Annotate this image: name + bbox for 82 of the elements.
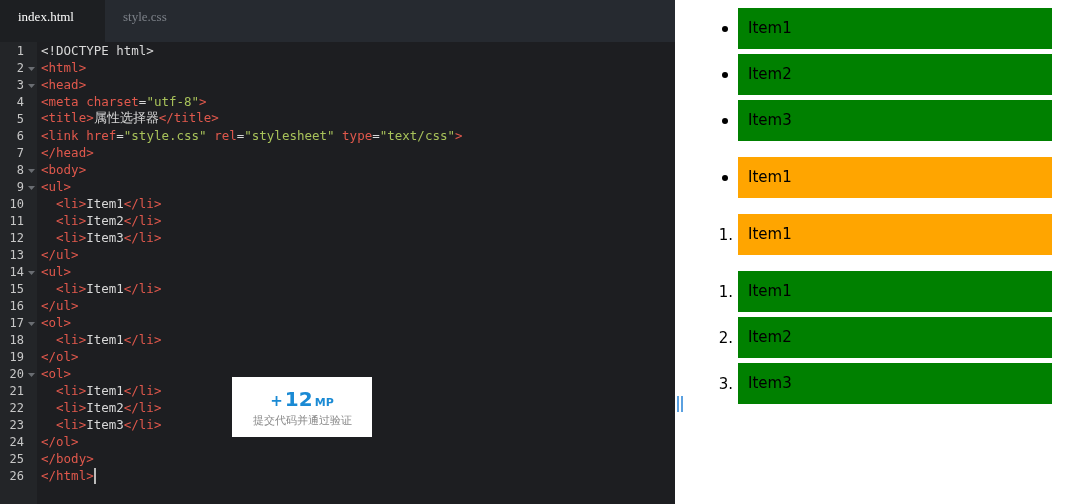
code-line: <meta charset="utf-8"> (40, 94, 207, 109)
line-number: 21 (9, 383, 24, 398)
fold-arrow-icon[interactable] (28, 270, 35, 276)
line-number: 18 (9, 332, 24, 347)
line-number: 24 (9, 434, 24, 449)
bullet-icon (722, 174, 728, 181)
code-line: <!DOCTYPE html> (40, 43, 154, 58)
list-item: Item1 (738, 157, 1052, 198)
line-number: 6 (16, 128, 24, 143)
line-number: 22 (9, 400, 24, 415)
line-number: 11 (9, 213, 24, 228)
code-line: <body> (40, 162, 87, 177)
line-number: 4 (16, 94, 24, 109)
code-line: </ul> (40, 247, 79, 262)
fold-arrow-icon[interactable] (28, 83, 35, 89)
code-line: <ol> (40, 315, 72, 330)
code-line: <ol> (40, 366, 72, 381)
code-line: <html> (40, 60, 87, 75)
code-line: <li>Item3</li> (55, 230, 162, 245)
fold-arrow-icon[interactable] (28, 185, 35, 191)
points-amount: 12 (284, 386, 313, 411)
code-line: <head> (40, 77, 87, 92)
fold-arrow-icon[interactable] (28, 372, 35, 378)
line-number: 3 (16, 77, 24, 92)
code-line: <ul> (40, 179, 72, 194)
list-number: 1. (718, 225, 733, 244)
code-line: </head> (40, 145, 94, 160)
points-unit: MP (314, 395, 334, 409)
line-number: 9 (16, 179, 24, 194)
list-item: Item2 (738, 54, 1052, 95)
code-line: </ol> (40, 434, 79, 449)
line-number: 1 (16, 43, 24, 58)
line-number: 5 (16, 111, 24, 126)
list-item: Item3 (738, 100, 1052, 141)
code-line: <li>Item1</li> (55, 383, 162, 398)
line-number: 14 (9, 264, 24, 279)
line-number: 17 (9, 315, 24, 330)
code-line: <li>Item1</li> (55, 332, 162, 347)
line-number: 7 (16, 145, 24, 160)
code-line: <ul> (40, 264, 72, 279)
code-line: </ul> (40, 298, 79, 313)
fold-arrow-icon[interactable] (28, 321, 35, 327)
code-line: <title>属性选择器</title> (40, 110, 219, 127)
splitter-handle-icon[interactable] (677, 396, 683, 412)
code-line: <li>Item1</li> (55, 281, 162, 296)
list-item: Item1 (738, 8, 1052, 49)
list-item: Item1 (738, 271, 1052, 312)
list-item: Item3 (738, 363, 1052, 404)
line-number: 26 (9, 468, 24, 483)
bullet-icon (722, 25, 728, 32)
code-line: </html> (40, 468, 94, 483)
line-number: 2 (16, 60, 24, 75)
line-number: 10 (9, 196, 24, 211)
line-number: 25 (9, 451, 24, 466)
fold-arrow-icon[interactable] (28, 168, 35, 174)
plus-sign: + (270, 391, 283, 410)
line-number: 12 (9, 230, 24, 245)
code-line: <li>Item3</li> (55, 417, 162, 432)
list-number: 1. (718, 282, 733, 301)
code-line: </body> (40, 451, 94, 466)
code-line: <link href="style.css" rel="stylesheet" type="text/css"> (40, 128, 463, 143)
file-tab[interactable]: index.html (0, 0, 105, 42)
list-number: 3. (718, 374, 733, 393)
bullet-icon (722, 117, 728, 124)
line-number: 19 (9, 349, 24, 364)
toast-caption: 提交代码并通过验证 (252, 413, 352, 428)
line-number: 23 (9, 417, 24, 432)
line-number: 13 (9, 247, 24, 262)
code-line: <li>Item2</li> (55, 213, 162, 228)
list-item: Item1 (738, 214, 1052, 255)
bullet-icon (722, 71, 728, 78)
line-number: 15 (9, 281, 24, 296)
fold-arrow-icon[interactable] (28, 66, 35, 72)
list-number: 2. (718, 328, 733, 347)
code-line: <li>Item1</li> (55, 196, 162, 211)
file-tab[interactable]: style.css (105, 0, 210, 42)
line-number: 20 (9, 366, 24, 381)
line-number: 8 (16, 162, 24, 177)
line-number: 16 (9, 298, 24, 313)
code-line: <li>Item2</li> (55, 400, 162, 415)
list-item: Item2 (738, 317, 1052, 358)
code-line: </ol> (40, 349, 79, 364)
